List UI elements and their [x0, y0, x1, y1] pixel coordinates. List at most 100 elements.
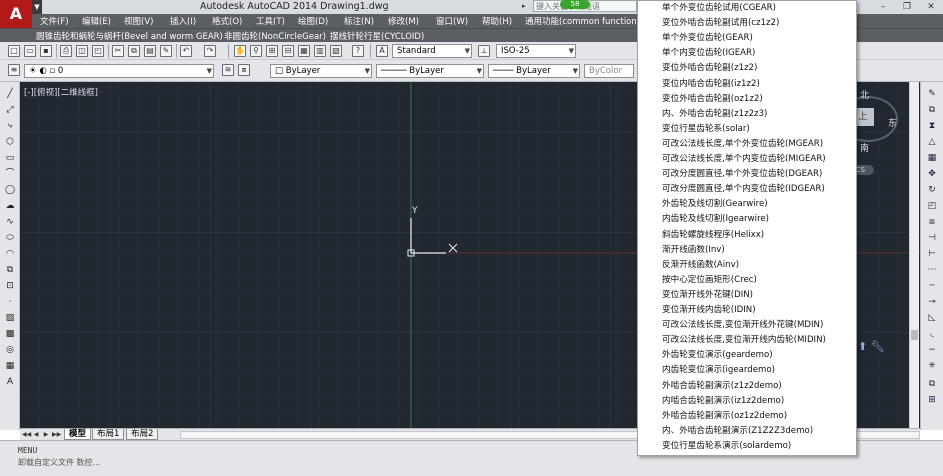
spline-icon[interactable]: ∿ [4, 216, 16, 228]
help-icon[interactable]: ? [352, 45, 364, 57]
make-current-layer-icon[interactable]: ≋ [222, 64, 234, 76]
menu-item[interactable]: 外齿轮及线切割(Gearwire) [662, 197, 768, 212]
menu-item[interactable]: 变位外啮合齿轮副(oz1z2) [662, 92, 763, 107]
dim-style-dropdown[interactable]: ISO-25 ▼ [496, 44, 576, 58]
menu-item[interactable]: 可改分度圆直径,单个内变位齿轮(IDGEAR) [662, 182, 825, 197]
menu-item[interactable]: 单个内变位齿轮(IGEAR) [662, 46, 755, 61]
menu-item[interactable]: 可改公法线长度,单个外变位齿轮(MGEAR) [662, 137, 823, 152]
viewport-controls-label[interactable]: [-][俯视][二维线框] [24, 86, 98, 98]
menu-draw[interactable]: 绘图(D) [298, 15, 328, 27]
lineweight-dropdown[interactable]: ──── ByLayer ▼ [488, 64, 580, 78]
menu-edit[interactable]: 编辑(E) [82, 15, 111, 27]
erase-icon[interactable]: ✎ [926, 88, 938, 100]
undo-icon[interactable]: ↶ [180, 45, 192, 57]
menu-item[interactable]: 渐开线函数(Inv) [662, 243, 725, 258]
table-icon[interactable]: ▦ [4, 360, 16, 372]
menu-item[interactable]: 可改公法线长度,变位渐开线外花键(MDIN) [662, 318, 823, 333]
line-icon[interactable]: ╱ [4, 88, 16, 100]
search-arrow-icon[interactable]: ▸ [522, 0, 532, 12]
rectangle-icon[interactable]: ▭ [4, 152, 16, 164]
gradient-icon[interactable]: ▩ [4, 328, 16, 340]
menu-item[interactable]: 变位内啮合齿轮副(iz1z2) [662, 77, 760, 92]
rotate-icon[interactable]: ↻ [926, 184, 938, 196]
publish-icon[interactable]: ◰ [92, 45, 104, 57]
color-dropdown[interactable]: □ ByLayer ▼ [270, 64, 372, 78]
menu-item[interactable]: 外啮合齿轮副演示(z1z2demo) [662, 379, 782, 394]
ellipse-arc-icon[interactable]: ◠ [4, 248, 16, 260]
tab-model[interactable]: 模型 [64, 429, 92, 440]
compass-south[interactable]: 南 [860, 141, 869, 154]
menu-window[interactable]: 窗口(W) [436, 15, 468, 27]
preview-icon[interactable]: ◫ [76, 45, 88, 57]
redo-icon[interactable]: ↷ [204, 45, 216, 57]
menu-item[interactable]: 内齿轮及线切割(Igearwire) [662, 212, 769, 227]
extend-icon[interactable]: ⊢ [926, 248, 938, 260]
make-block-icon[interactable]: ⊡ [4, 280, 16, 292]
menu-item[interactable]: 内、外啮合齿轮副演示(Z1Z2Z3demo) [662, 424, 813, 439]
region-icon[interactable]: ◎ [4, 344, 16, 356]
menu-item[interactable]: 变位行星齿轮系演示(solardemo) [662, 439, 791, 454]
zoom-extents-icon[interactable]: 🔧︎ [871, 340, 885, 353]
menu-item[interactable]: 外齿轮变位演示(geardemo) [662, 348, 773, 363]
next-tab-icon[interactable]: ▶ [42, 430, 50, 439]
compass-east[interactable]: 东 [888, 116, 897, 129]
menu-item[interactable]: 变位外啮合齿轮副(z1z2) [662, 61, 757, 76]
menu-item[interactable]: 按中心定位画矩形(Crec) [662, 273, 757, 288]
menu-format[interactable]: 格式(O) [212, 15, 242, 27]
menu-noncircle-gear[interactable]: 非圆齿轮(NonCircleGear) [224, 30, 326, 42]
tab-layout1[interactable]: 布局1 [92, 429, 125, 440]
menu-item[interactable]: 可改公法线长度,单个内变位齿轮(MIGEAR) [662, 152, 826, 167]
menu-common-function[interactable]: 通用功能(common function) [525, 15, 640, 27]
menu-file[interactable]: 文件(F) [40, 15, 69, 27]
insert-block-icon[interactable]: ⧉ [4, 264, 16, 276]
mirror-icon[interactable]: ⧗ [926, 120, 938, 132]
open-file-icon[interactable]: ▭ [24, 45, 36, 57]
restore-button[interactable]: ❐ [895, 0, 919, 14]
group-icon[interactable]: ⊞ [926, 394, 938, 406]
explode-icon[interactable]: ✳ [926, 360, 938, 372]
first-tab-icon[interactable]: ◀◀ [22, 430, 31, 439]
hatch-icon[interactable]: ▨ [4, 312, 16, 324]
save-icon[interactable]: ▪ [40, 45, 52, 57]
prev-tab-icon[interactable]: ◀ [32, 430, 40, 439]
menu-item[interactable]: 外啮合齿轮副演示(oz1z2demo) [662, 409, 787, 424]
minimize-button[interactable]: – [871, 0, 895, 14]
tab-layout2[interactable]: 布局2 [126, 429, 159, 440]
menu-insert[interactable]: 插入(I) [170, 15, 196, 27]
join-icon[interactable]: ⊸ [926, 296, 938, 308]
text-style-icon[interactable]: A [376, 45, 388, 57]
text-style-dropdown[interactable]: Standard ▼ [392, 44, 472, 58]
print-icon[interactable]: ⎙ [60, 45, 72, 57]
break-icon[interactable]: ╌ [926, 280, 938, 292]
circle-icon[interactable]: ◯ [4, 184, 16, 196]
dim-style-icon[interactable]: ⟂ [478, 45, 490, 57]
revision-cloud-icon[interactable]: ☁ [4, 200, 16, 212]
menu-item[interactable]: 内齿轮变位演示(igeardemo) [662, 363, 775, 378]
fillet-icon[interactable]: ◟ [926, 328, 938, 340]
design-center-icon[interactable]: ▥ [314, 45, 326, 57]
polyline-icon[interactable]: ⤷ [4, 120, 16, 132]
properties-icon[interactable]: ▦ [298, 45, 310, 57]
menu-item[interactable]: 变位行星齿轮系(solar) [662, 122, 750, 137]
draworder-icon[interactable]: ⧉ [926, 378, 938, 390]
menu-item[interactable]: 斜齿轮螺旋线程序(Helixx) [662, 228, 764, 243]
zoom-window-icon[interactable]: ⊞ [266, 45, 278, 57]
vertical-scrollbar[interactable] [909, 82, 919, 428]
steering-wheel-icon[interactable]: ⬆ [858, 340, 867, 353]
menu-item[interactable]: 可改分度圆直径,单个外变位齿轮(DGEAR) [662, 167, 822, 182]
match-properties-icon[interactable]: ✎ [160, 45, 172, 57]
menu-modify[interactable]: 修改(M) [388, 15, 419, 27]
polygon-icon[interactable]: ⬡ [4, 136, 16, 148]
menu-item[interactable]: 变位渐开线内齿轮(IDIN) [662, 303, 756, 318]
compass-north[interactable]: 北 [860, 88, 869, 101]
copy-icon[interactable]: ⧉ [128, 45, 140, 57]
plotstyle-dropdown[interactable]: ByColor [584, 64, 634, 78]
multiline-text-icon[interactable]: A [4, 376, 16, 388]
scrollbar-thumb[interactable] [911, 330, 918, 340]
menu-item[interactable]: 单个外变位齿轮试用(CGEAR) [662, 1, 776, 16]
menu-help[interactable]: 帮助(H) [482, 15, 512, 27]
blend-curves-icon[interactable]: ∽ [926, 344, 938, 356]
menu-item[interactable]: 变位渐开线外花键(DIN) [662, 288, 753, 303]
menu-bevel-worm-gear[interactable]: 圆锥齿轮和蜗轮与蜗杆(Bevel and worm GEAR) [36, 30, 223, 42]
tool-palettes-icon[interactable]: ▧ [330, 45, 342, 57]
